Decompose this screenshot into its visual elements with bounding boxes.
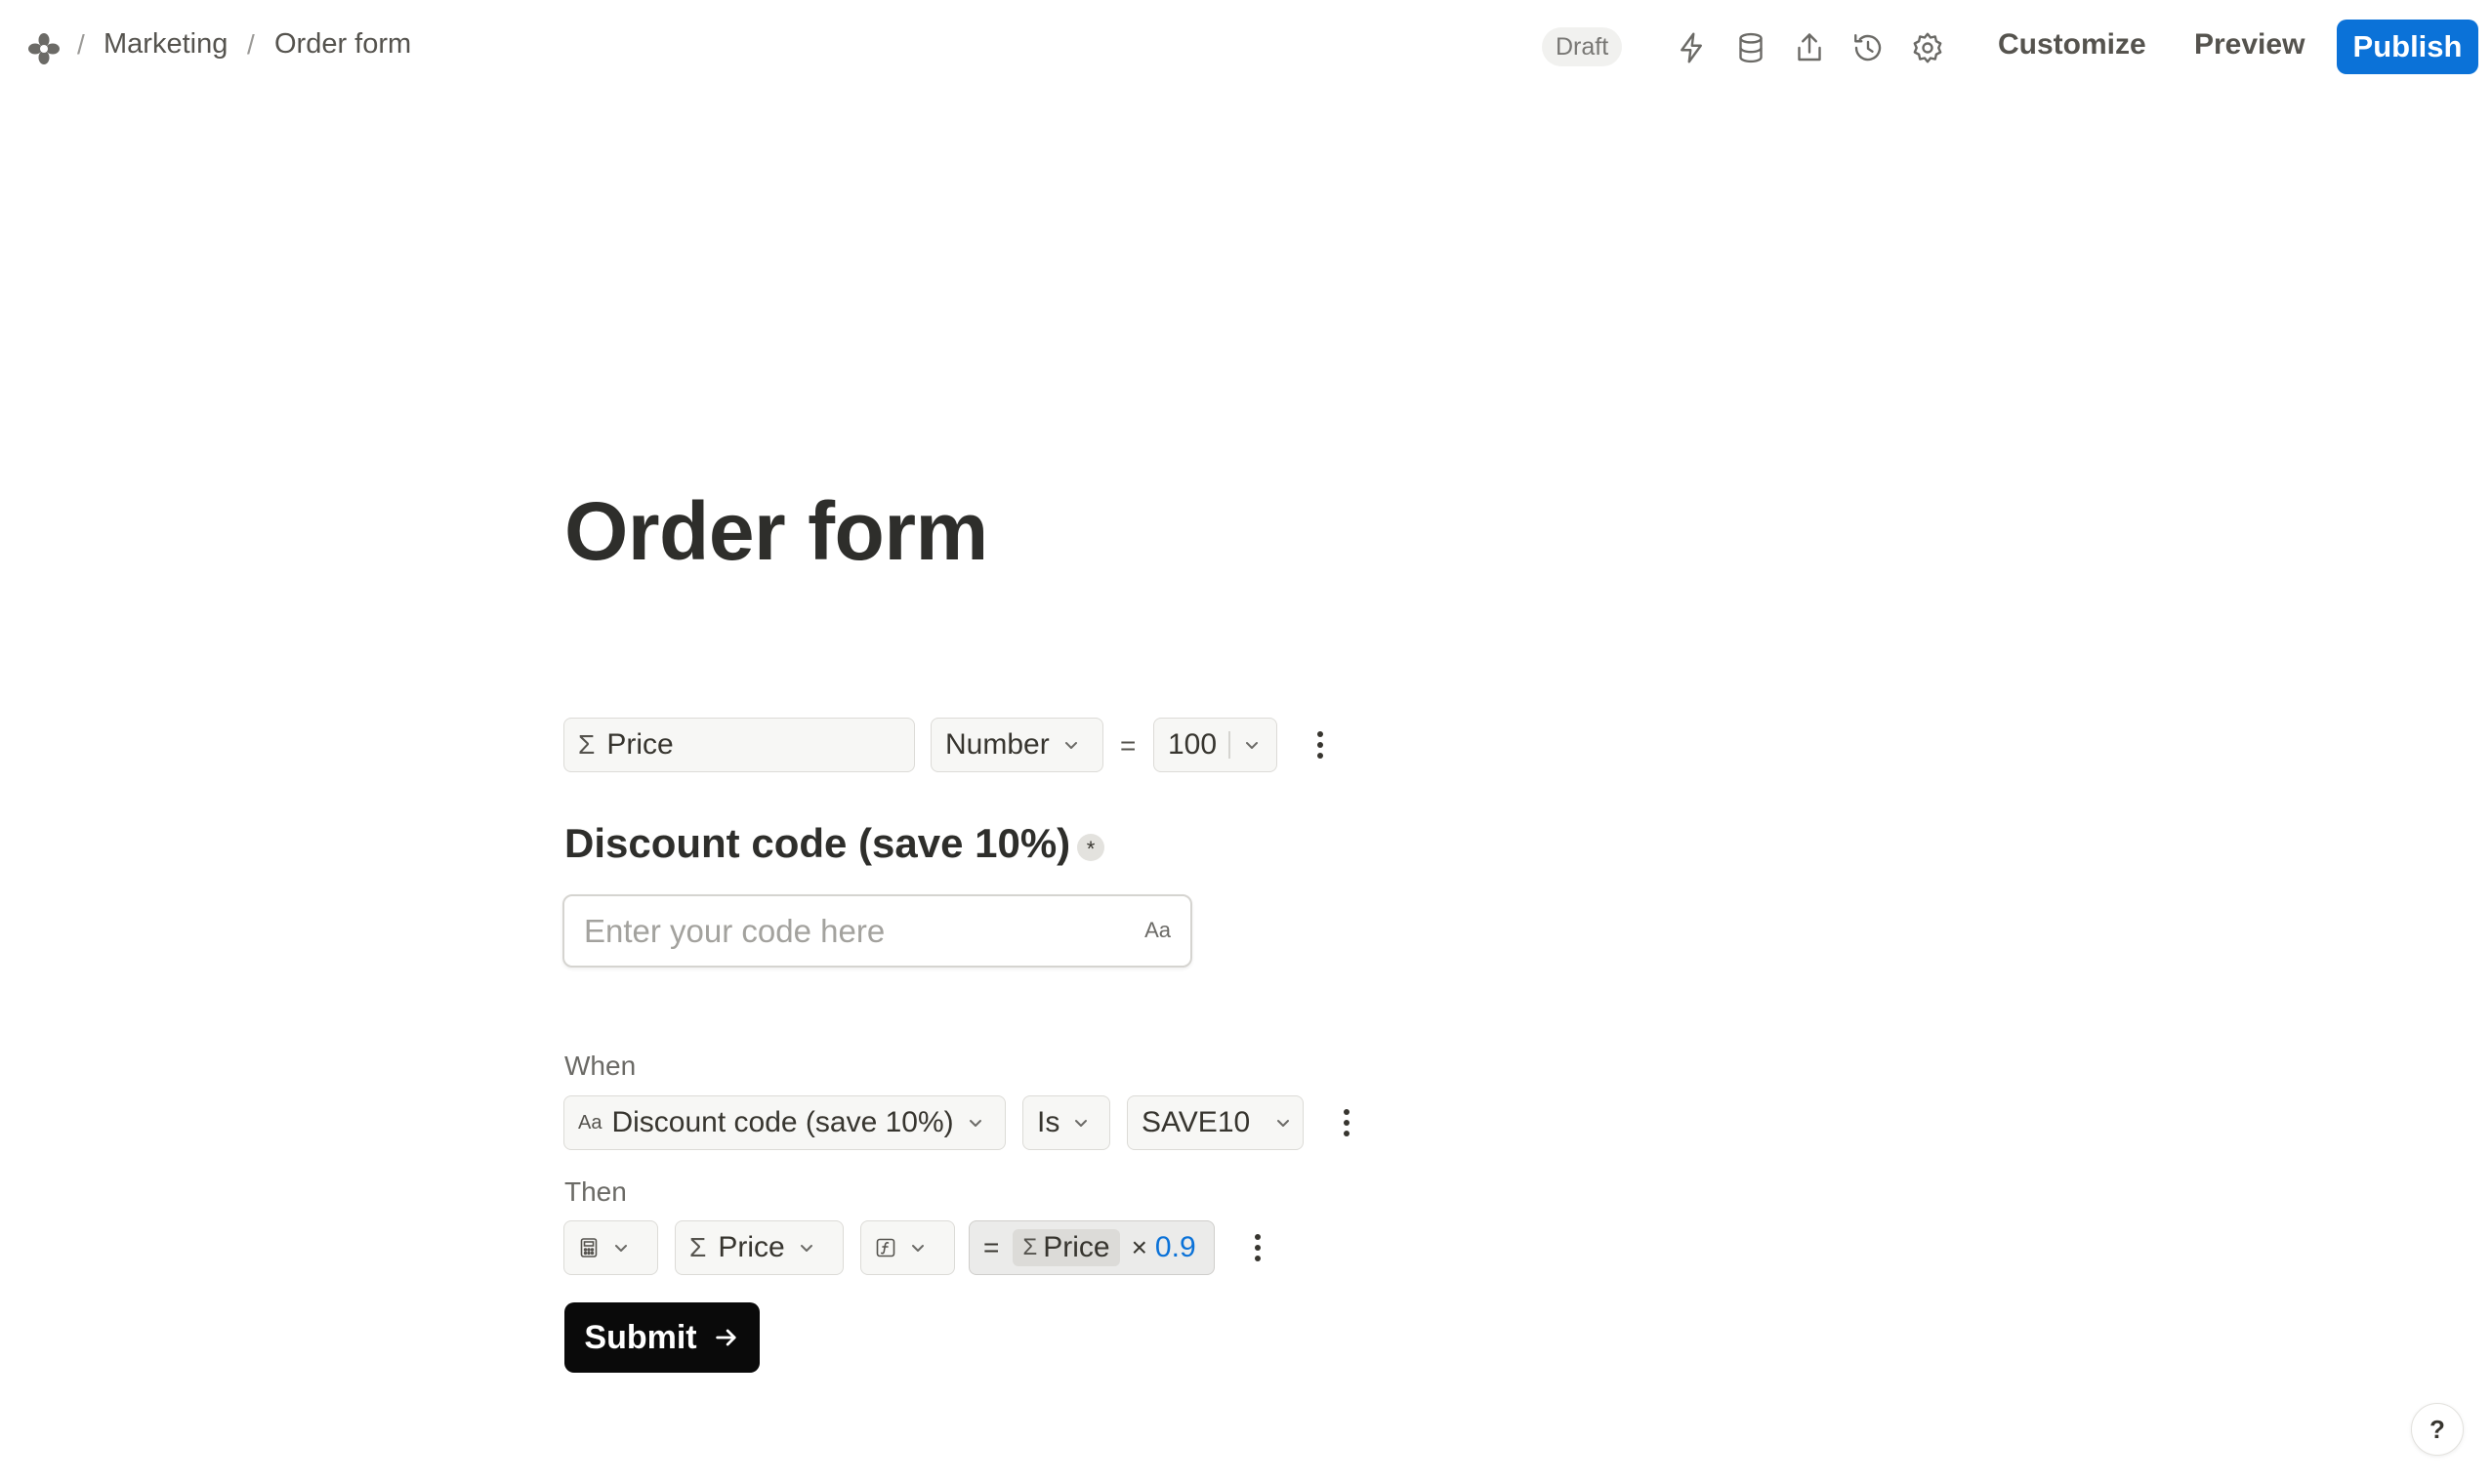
- text-type-icon: Aa: [1144, 918, 1171, 942]
- status-badge: Draft: [1542, 27, 1623, 66]
- question-label[interactable]: Discount code (save 10%): [564, 820, 1070, 867]
- formula-operator: ×: [1131, 1232, 1147, 1262]
- variable-field-select[interactable]: Σ Price: [563, 718, 915, 772]
- help-button[interactable]: ?: [2411, 1403, 2464, 1456]
- page-title[interactable]: Order form: [564, 484, 988, 579]
- formula-equals: =: [983, 1232, 1000, 1262]
- divider: [1228, 731, 1230, 759]
- required-marker: *: [1077, 834, 1104, 861]
- sigma-icon: Σ: [578, 729, 596, 760]
- history-icon[interactable]: [1850, 30, 1886, 65]
- chevron-down-icon: [797, 1238, 816, 1257]
- chevron-down-icon: [908, 1238, 928, 1257]
- then-field-dropdown[interactable]: Σ Price: [675, 1220, 844, 1275]
- then-more-menu-icon[interactable]: [1251, 1230, 1265, 1265]
- share-icon[interactable]: [1792, 30, 1827, 65]
- chevron-down-icon: [1071, 1113, 1091, 1133]
- chevron-down-icon: [1061, 735, 1081, 755]
- text-type-icon: Aa: [578, 1111, 602, 1134]
- variable-more-menu-icon[interactable]: [1313, 727, 1327, 763]
- top-bar: / Marketing / Order form Draft Customize…: [0, 0, 2492, 96]
- then-action-dropdown[interactable]: [563, 1220, 658, 1275]
- formula-field-token[interactable]: Σ Price: [1013, 1229, 1120, 1266]
- then-function-dropdown[interactable]: [860, 1220, 955, 1275]
- then-field-label: Price: [718, 1231, 785, 1263]
- variable-type-label: Number: [945, 728, 1050, 761]
- when-field-label: Discount code (save 10%): [611, 1106, 954, 1138]
- customize-button[interactable]: Customize: [1998, 28, 2146, 62]
- when-label: When: [564, 1051, 637, 1081]
- formula-number: 0.9: [1154, 1231, 1196, 1263]
- breadcrumb-workspace[interactable]: Marketing: [104, 28, 228, 61]
- discount-code-input-wrapper: Aa: [562, 894, 1192, 968]
- equals-operator: =: [1120, 730, 1137, 761]
- breadcrumb-page[interactable]: Order form: [274, 28, 411, 61]
- formula-editor[interactable]: = Σ Price × 0.9: [969, 1220, 1215, 1275]
- preview-button[interactable]: Preview: [2194, 28, 2305, 62]
- workspace-logo-icon[interactable]: [27, 32, 61, 65]
- variable-value-label: 100: [1168, 728, 1218, 761]
- arrow-right-icon: [697, 1324, 740, 1351]
- when-field-dropdown[interactable]: Aa Discount code (save 10%): [563, 1095, 1006, 1150]
- then-label: Then: [564, 1176, 627, 1207]
- chevron-down-icon: [611, 1238, 631, 1257]
- submit-button[interactable]: Submit: [564, 1302, 760, 1373]
- when-value-dropdown[interactable]: SAVE10: [1127, 1095, 1304, 1150]
- when-value-label: SAVE10: [1142, 1106, 1251, 1138]
- variable-value-dropdown[interactable]: 100: [1153, 718, 1277, 772]
- when-more-menu-icon[interactable]: [1340, 1105, 1353, 1140]
- lightning-icon[interactable]: [1674, 30, 1709, 65]
- variable-type-dropdown[interactable]: Number: [931, 718, 1103, 772]
- breadcrumb-separator: /: [247, 29, 255, 60]
- function-icon: [875, 1237, 896, 1258]
- gear-icon[interactable]: [1910, 30, 1945, 65]
- database-icon[interactable]: [1733, 30, 1768, 65]
- variable-field-label: Price: [606, 728, 674, 761]
- breadcrumb-separator: /: [77, 29, 85, 60]
- publish-button[interactable]: Publish: [2337, 20, 2478, 74]
- formula-token-label: Price: [1043, 1231, 1110, 1263]
- when-operator-dropdown[interactable]: Is: [1022, 1095, 1110, 1150]
- chevron-down-icon: [966, 1113, 985, 1133]
- discount-code-input[interactable]: [584, 896, 1111, 966]
- submit-label: Submit: [584, 1318, 697, 1356]
- sigma-icon: Σ: [1022, 1234, 1038, 1260]
- chevron-down-icon: [1242, 735, 1262, 755]
- chevron-down-icon: [1273, 1113, 1293, 1133]
- sigma-icon: Σ: [689, 1232, 707, 1262]
- calculator-icon: [578, 1237, 600, 1258]
- when-operator-label: Is: [1037, 1106, 1060, 1138]
